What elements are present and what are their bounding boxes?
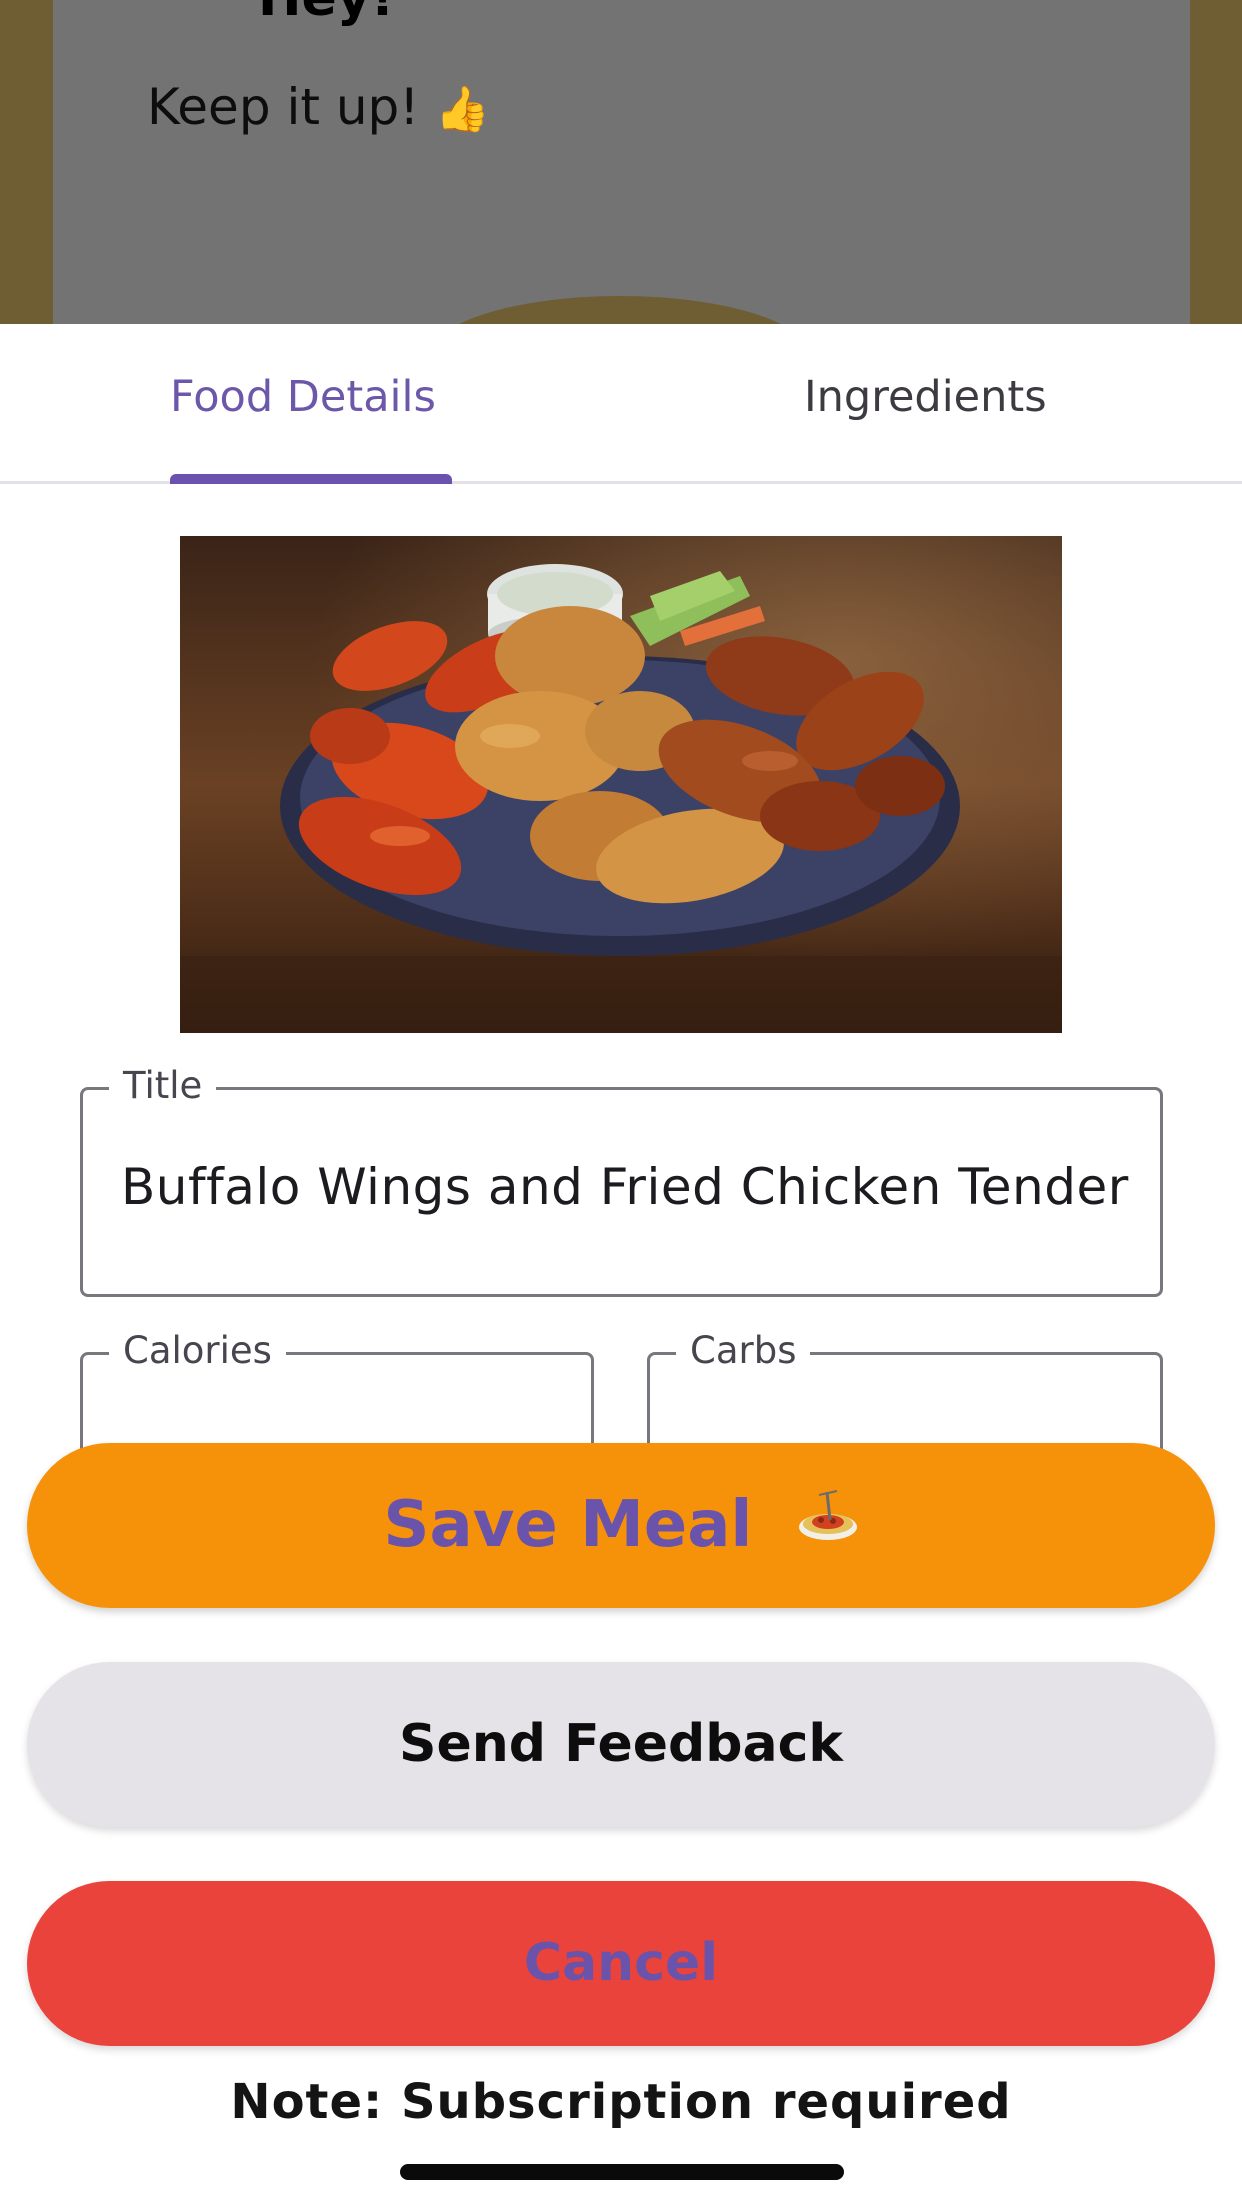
title-field[interactable]: Title Buffalo Wings and Fried Chicken Te… — [80, 1064, 1163, 1297]
selected-tab-indicator — [170, 474, 452, 484]
carbs-field-label: Carbs — [676, 1329, 811, 1373]
tab-bar: Food Details Ingredients — [0, 324, 1242, 484]
title-field-value[interactable]: Buffalo Wings and Fried Chicken Tenders — [121, 1158, 1131, 1216]
tab-food-details[interactable]: Food Details — [170, 372, 436, 432]
meal-details-sheet: Food Details Ingredients Title Buffalo W… — [0, 324, 1242, 2208]
food-photo — [180, 536, 1062, 1033]
background-screen: Hey! Keep it up! 👍 — [0, 0, 1242, 324]
calories-field-label: Calories — [109, 1329, 286, 1373]
spaghetti-icon — [797, 1440, 859, 1605]
save-meal-label: Save Meal — [383, 1488, 753, 1562]
background-message-text: Keep it up! — [147, 78, 420, 136]
home-indicator[interactable] — [400, 2164, 844, 2180]
background-message: Keep it up! 👍 — [147, 78, 490, 136]
background-card: Hey! Keep it up! 👍 — [53, 0, 1190, 324]
send-feedback-button[interactable]: Send Feedback — [27, 1662, 1215, 1827]
background-greeting: Hey! — [258, 0, 394, 28]
thumbs-up-icon: 👍 — [435, 84, 491, 135]
save-meal-button[interactable]: Save Meal — [27, 1443, 1215, 1608]
tab-ingredients[interactable]: Ingredients — [804, 372, 1047, 432]
subscription-note: Note: Subscription required — [230, 2074, 1012, 2130]
cancel-button[interactable]: Cancel — [27, 1881, 1215, 2046]
title-field-label: Title — [109, 1064, 217, 1108]
